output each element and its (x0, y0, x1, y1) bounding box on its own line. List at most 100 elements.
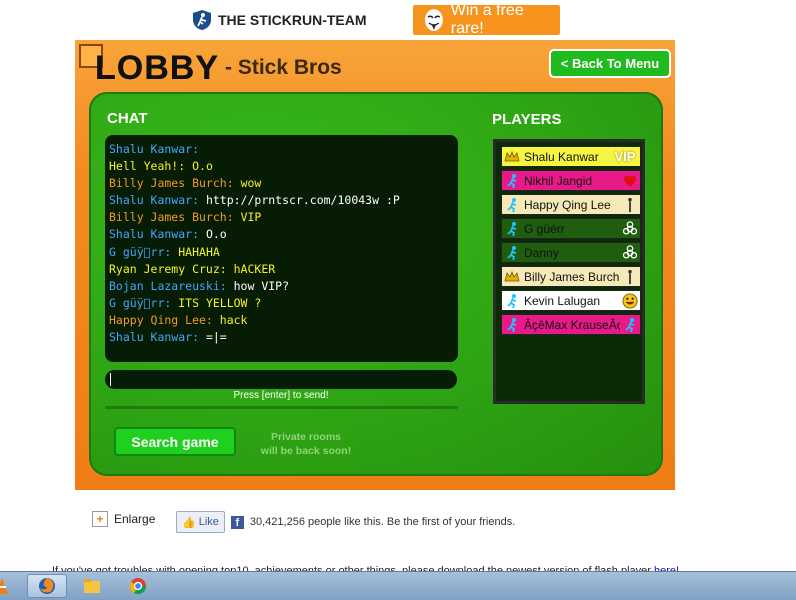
chat-author: Ryan Jeremy Cruz: (109, 261, 234, 276)
chat-author: Bojan Lazareuski: (109, 278, 234, 293)
facebook-icon: f (230, 515, 244, 529)
brand-text: THE STICKRUN-TEAM (218, 12, 367, 28)
stickman-icon (504, 245, 520, 261)
taskbar-explorer-icon[interactable] (72, 574, 112, 598)
send-hint: Press [enter] to send! (233, 390, 329, 401)
thumbs-up-icon: 👍 (182, 516, 196, 529)
chat-text: wow (240, 176, 262, 191)
chat-text: hack (219, 312, 248, 327)
crown-icon (504, 149, 520, 165)
chat-message: Hell Yeah!: O.o (109, 158, 454, 175)
chat-author: Shalu Kanwar: (109, 142, 200, 156)
chat-message: Shalu Kanwar: O.o (109, 226, 454, 243)
player-name: Danny (524, 245, 559, 260)
chat-text: O.o (192, 159, 213, 174)
player-name: ÂçêMax KrauseÂçe (524, 317, 620, 332)
chat-author: G güÿ rr: (109, 295, 179, 310)
chat-message: Shalu Kanwar: (109, 141, 454, 158)
biohazard-icon (620, 220, 640, 238)
chat-message: Ryan Jeremy Cruz: hACKER (109, 261, 454, 278)
private-rooms-line2: will be back soon! (260, 445, 352, 457)
chat-message: Happy Qing Lee: hack (109, 312, 454, 329)
heart-icon (620, 172, 640, 190)
chat-text: O.o (205, 227, 227, 242)
lobby-title: LOBBY (95, 49, 219, 87)
enlarge-link[interactable]: + Enlarge (92, 511, 155, 527)
chat-author: Billy James Burch: (109, 210, 241, 225)
mask-icon (424, 9, 443, 31)
stickman-icon (504, 173, 520, 189)
taskbar-firefox-icon[interactable] (27, 574, 67, 598)
taskbar (0, 571, 796, 600)
brand-logo[interactable]: THE STICKRUN-TEAM (192, 8, 367, 32)
smiley-icon (620, 292, 640, 310)
player-name: Kevin Lalugan (524, 293, 601, 308)
player-row[interactable]: Billy James Burch (501, 266, 641, 287)
player-row[interactable]: Kevin Lalugan (501, 290, 641, 311)
chat-message: Shalu Kanwar: http://prntscr.com/10043w … (109, 192, 454, 209)
search-game-button[interactable]: Search game (114, 427, 236, 456)
back-to-menu-button[interactable]: < Back To Menu (549, 49, 671, 78)
private-rooms-line1: Private rooms (270, 431, 342, 443)
chat-text: http://prntscr.com/10043w :P (205, 193, 400, 208)
facebook-like-widget: 👍 Like f 30,421,256 people like this. Be… (176, 511, 515, 533)
stick-figure-icon (620, 268, 640, 286)
vip-icon: VIP (614, 149, 636, 164)
biohazard-icon (620, 244, 640, 262)
player-name: Happy Qing Lee (524, 197, 611, 212)
taskbar-chrome-icon[interactable] (118, 574, 158, 598)
private-rooms-notice: Private rooms will be back soon! (246, 430, 366, 458)
chat-text: VIP (240, 210, 262, 225)
text-caret (110, 373, 111, 386)
chat-author: Shalu Kanwar: (109, 227, 206, 242)
stickman-icon (504, 197, 520, 213)
chat-text: hACKER (233, 261, 276, 276)
win-rare-banner[interactable]: Win a free rare! (413, 2, 560, 37)
stickman-icon (620, 316, 640, 334)
player-row[interactable]: Happy Qing Lee (501, 194, 641, 215)
lobby-subtitle: - Stick Bros (225, 56, 342, 79)
players-list: Shalu Kanwar VIP Nikhil Jangid Happy Qing L… (493, 139, 645, 404)
chat-text: ITS YELLOW ? (178, 295, 262, 310)
chat-message: Billy James Burch: VIP (109, 209, 454, 226)
chat-author: Shalu Kanwar: (109, 330, 206, 345)
chat-message: Billy James Burch: wow (109, 175, 454, 192)
chat-author: G güÿ rr: (109, 244, 179, 259)
player-row[interactable]: Shalu Kanwar VIP (501, 146, 641, 167)
like-label: Like (198, 516, 219, 528)
shield-icon (193, 10, 211, 30)
chat-author: Happy Qing Lee: (109, 312, 220, 327)
player-name: Shalu Kanwar (524, 149, 599, 164)
player-row[interactable]: ÂçêMax KrauseÂçe (501, 314, 641, 335)
player-name: Billy James Burch (524, 269, 620, 284)
stick-figure-icon (620, 196, 640, 214)
chat-author: Hell Yeah!: (109, 159, 193, 174)
chat-input[interactable] (105, 370, 457, 389)
like-button[interactable]: 👍 Like (176, 511, 225, 533)
player-name: Nikhil Jangid (524, 173, 593, 188)
chat-text: =|= (205, 330, 227, 345)
player-row[interactable]: Nikhil Jangid (501, 170, 641, 191)
chat-message: G güÿ rr: HAHAHA (109, 244, 454, 261)
lobby-panel: CHAT PLAYERS Shalu Kanwar: Hell Yeah!: O… (89, 92, 663, 476)
chat-message: Shalu Kanwar: =|= (109, 329, 454, 346)
chat-message: G güÿ rr: ITS YELLOW ? (109, 295, 454, 312)
site-header: THE STICKRUN-TEAM Win a free rare! (0, 0, 796, 40)
promo-text: Win a free rare! (450, 2, 524, 37)
chat-log[interactable]: Shalu Kanwar: Hell Yeah!: O.o Billy James… (105, 135, 458, 362)
chat-text: HAHAHA (178, 244, 220, 259)
chat-text: how VIP? (233, 278, 290, 293)
stickman-icon (504, 293, 520, 309)
player-row[interactable]: G güérr (501, 218, 641, 239)
game-window: LOBBY - Stick Bros < Back To Menu CHAT P… (75, 40, 675, 490)
player-name: G güérr (524, 221, 565, 236)
taskbar-cone-icon[interactable] (0, 574, 12, 598)
chat-author: Shalu Kanwar: (109, 193, 206, 208)
crown-icon (504, 269, 520, 285)
stickman-icon (504, 221, 520, 237)
player-row[interactable]: Danny (501, 242, 641, 263)
enlarge-label: Enlarge (114, 512, 156, 526)
divider (105, 406, 458, 409)
chat-message: Bojan Lazareuski: how VIP? (109, 278, 454, 295)
enlarge-icon: + (92, 511, 108, 527)
